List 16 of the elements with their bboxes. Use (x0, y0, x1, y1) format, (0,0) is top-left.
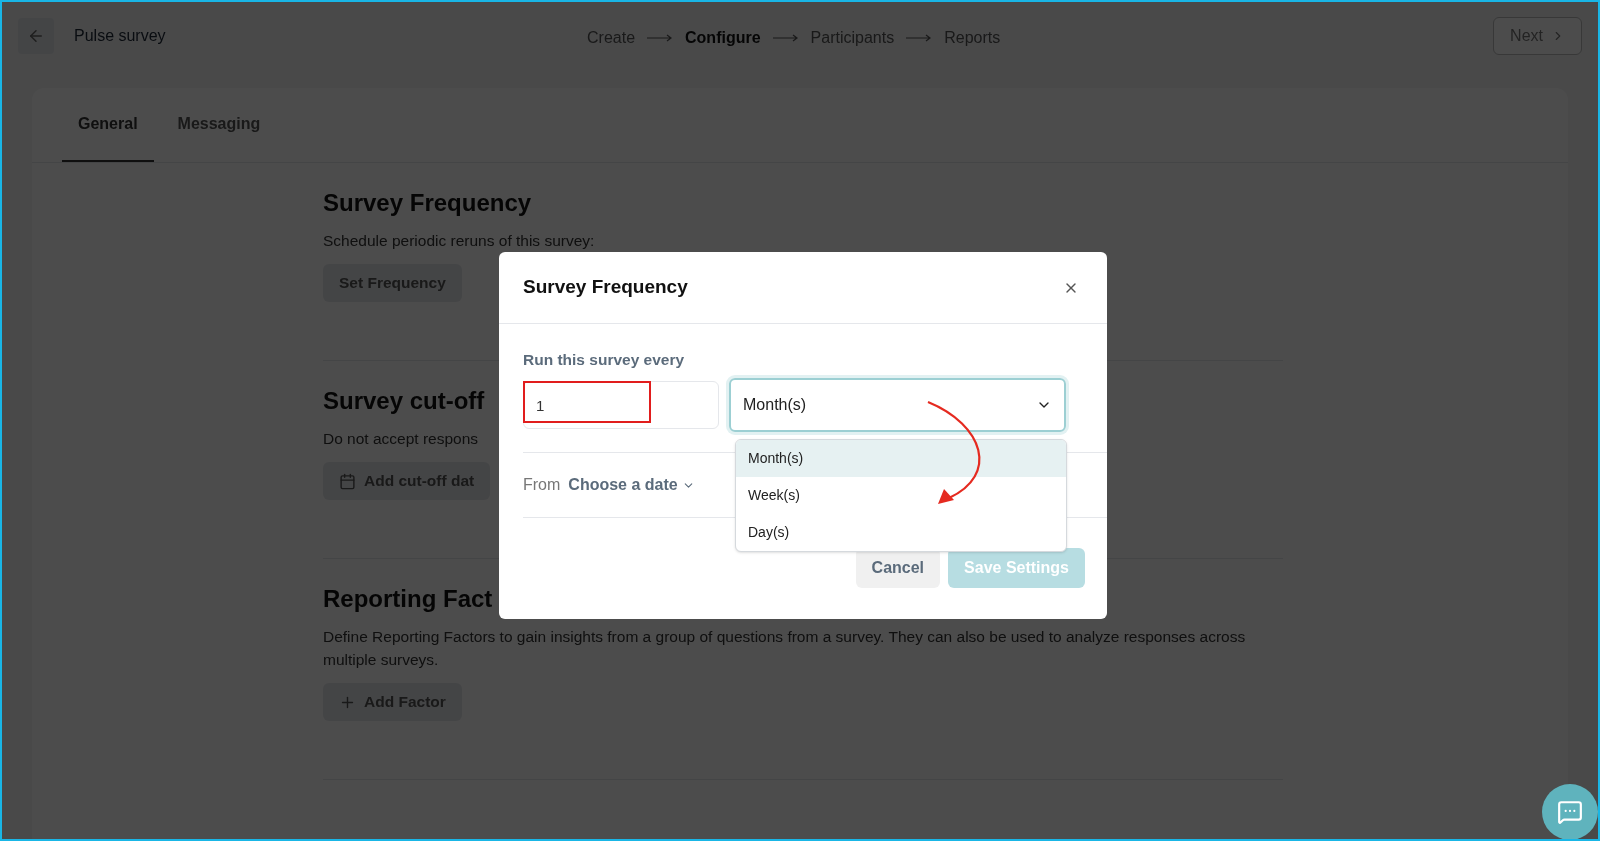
date-picker[interactable]: Choose a date (568, 473, 695, 498)
dialog-title: Survey Frequency (523, 275, 688, 300)
section-description: Schedule periodic reruns of this survey: (323, 231, 595, 251)
section-heading: Survey cut-off (323, 386, 485, 416)
section-heading: Reporting Fact (323, 584, 493, 614)
from-label: From (523, 475, 561, 496)
dropdown-option[interactable]: Day(s) (736, 514, 1066, 551)
unit-select[interactable]: Month(s) (729, 378, 1066, 433)
section-description: Define Reporting Factors to gain insights from a group of questions from a survey. They can also be used to analyze responses across multiple surveys. (323, 627, 1247, 670)
field-label: Run this survey every (523, 350, 686, 370)
survey-title: Pulse survey (74, 26, 166, 46)
chat-icon (1557, 799, 1583, 825)
dropdown-option[interactable]: Month(s) (736, 440, 1066, 477)
dropdown-option[interactable]: Week(s) (736, 477, 1066, 514)
section-description: Do not accept respons (323, 429, 479, 449)
section-heading: Survey Frequency (323, 188, 532, 218)
